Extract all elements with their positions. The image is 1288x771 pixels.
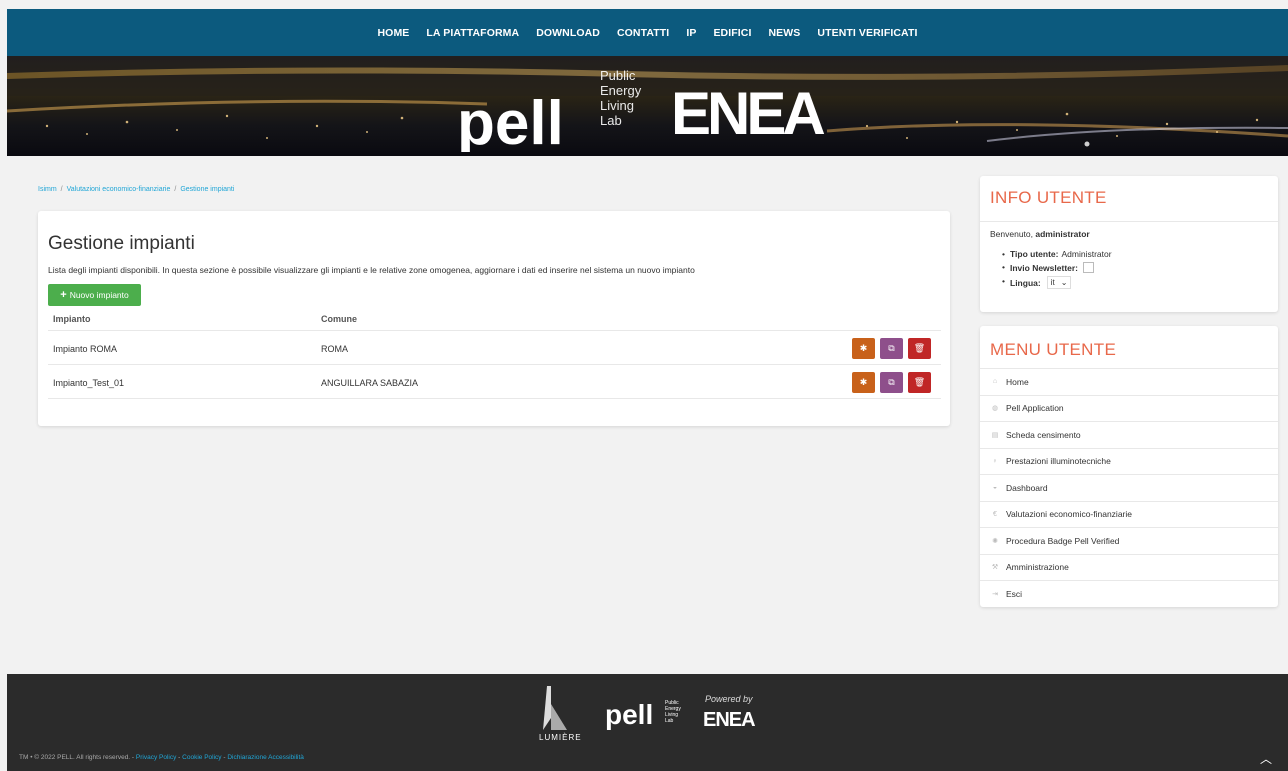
- copyright: TM • © 2022 PELL. All rights reserved. -…: [19, 754, 304, 761]
- column-comune: Comune: [321, 314, 357, 324]
- globe-icon: ◍: [991, 405, 999, 413]
- tipo-utente-item: Tipo utente:Administrator: [1002, 249, 1112, 259]
- nuovo-impianto-label: Nuovo impianto: [69, 290, 129, 300]
- column-impianto: Impianto: [53, 314, 91, 324]
- breadcrumb-valutazioni[interactable]: Valutazioni economico-finanziarie: [67, 186, 171, 193]
- bulb-icon: ♀: [992, 457, 998, 465]
- home-icon: ⌂: [992, 378, 998, 386]
- welcome-text: Benvenuto, administrator: [990, 229, 1090, 239]
- impianto-cell: Impianto ROMA: [53, 344, 118, 354]
- menu-utente-title: MENU UTENTE: [990, 340, 1117, 359]
- footer-logos: LUMIÈRE pell Public Energy Living Lab Po…: [537, 680, 767, 749]
- svg-text:pell: pell: [457, 89, 564, 152]
- page-description: Lista degli impianti disponibili. In que…: [48, 265, 695, 275]
- accessibility-link[interactable]: Dichiarazione Accessibilità: [227, 754, 304, 761]
- svg-text:LUMIÈRE: LUMIÈRE: [539, 733, 582, 742]
- nav-home[interactable]: HOME: [378, 27, 410, 39]
- footer-pell-logo: pell Public Energy Living Lab: [605, 699, 681, 730]
- lingua-item: Lingua:it⌄: [1002, 276, 1112, 289]
- user-info-list: Tipo utente:Administrator Invio Newslett…: [1002, 249, 1112, 292]
- menu-item-scheda-censimento[interactable]: ▤ Scheda censimento: [980, 421, 1278, 448]
- chevron-up-icon: ︿: [1259, 752, 1272, 766]
- gestione-impianti-card: Gestione impianti Lista degli impianti d…: [38, 211, 950, 426]
- svg-text:pell: pell: [605, 699, 653, 730]
- newsletter-checkbox[interactable]: [1083, 262, 1095, 273]
- impianto-cell: Impianto_Test_01: [53, 378, 125, 388]
- info-utente-panel: INFO UTENTE Benvenuto, administrator Tip…: [980, 176, 1278, 312]
- info-utente-title: INFO UTENTE: [990, 188, 1107, 207]
- svg-text:Energy: Energy: [600, 83, 642, 98]
- breadcrumb-isimm[interactable]: Isimm: [38, 186, 57, 193]
- privacy-policy-link[interactable]: Privacy Policy: [136, 754, 176, 761]
- settings-button[interactable]: ✱: [852, 338, 875, 359]
- svg-text:Living: Living: [600, 98, 634, 113]
- nav-utenti-verificati[interactable]: UTENTI VERIFICATI: [817, 27, 917, 39]
- copy-button[interactable]: ⧉: [880, 372, 903, 393]
- svg-text:Lab: Lab: [665, 718, 674, 724]
- trash-icon: 🗑: [913, 377, 926, 387]
- copy-icon: ⧉: [888, 377, 895, 387]
- delete-button[interactable]: 🗑: [908, 372, 931, 393]
- scroll-to-top-button[interactable]: ︿: [1260, 750, 1272, 767]
- comune-cell: ROMA: [321, 344, 348, 354]
- lingua-select[interactable]: it ⌄: [1046, 276, 1072, 289]
- breadcrumb: Isimm / Valutazioni economico-finanziarie /…: [38, 186, 235, 193]
- lumiere-logo: LUMIÈRE: [539, 686, 582, 742]
- plus-icon: +: [60, 289, 67, 301]
- menu-item-amministrazione[interactable]: ⚒ Amministrazione: [980, 553, 1278, 581]
- nav-news[interactable]: NEWS: [768, 27, 800, 39]
- menu-item-esci[interactable]: ⇥ Esci: [980, 580, 1278, 607]
- copy-icon: ⧉: [888, 343, 895, 353]
- delete-button[interactable]: 🗑: [908, 338, 931, 359]
- dashboard-icon: ◒: [992, 484, 998, 492]
- document-icon: ▤: [991, 431, 999, 439]
- username: administrator: [1035, 229, 1090, 239]
- menu-item-pell-application[interactable]: ◍ Pell Application: [980, 394, 1278, 422]
- gear-icon: ✱: [859, 343, 868, 353]
- breadcrumb-gestione-impianti[interactable]: Gestione impianti: [180, 186, 234, 193]
- gear-icon: ✱: [859, 377, 868, 387]
- menu-item-procedura-badge[interactable]: ✺ Procedura Badge Pell Verified: [980, 527, 1278, 554]
- svg-text:ENEA: ENEA: [671, 80, 824, 138]
- nav-la-piattaforma[interactable]: LA PIATTAFORMA: [426, 27, 519, 39]
- top-navigation: HOME LA PIATTAFORMA DOWNLOAD CONTATTI IP…: [7, 9, 1288, 56]
- menu-item-home[interactable]: ⌂ Home: [980, 368, 1278, 395]
- euro-icon: €: [993, 510, 997, 518]
- badge-icon: ✺: [992, 537, 998, 545]
- cookie-policy-link[interactable]: Cookie Policy: [182, 754, 221, 761]
- svg-text:Lab: Lab: [600, 113, 622, 128]
- svg-text:Powered by: Powered by: [705, 694, 753, 704]
- header-banner: pell Public Energy Living Lab ENEA: [7, 56, 1288, 156]
- settings-button[interactable]: ✱: [852, 372, 875, 393]
- menu-item-valutazioni[interactable]: € Valutazioni economico-finanziarie: [980, 500, 1278, 528]
- wrench-icon: ⚒: [991, 564, 999, 572]
- svg-text:Public: Public: [600, 68, 636, 83]
- table-header: Impianto Comune: [48, 310, 941, 331]
- nuovo-impianto-button[interactable]: + Nuovo impianto: [48, 284, 141, 306]
- nav-ip[interactable]: IP: [686, 27, 696, 39]
- newsletter-item: Invio Newsletter:: [1002, 262, 1112, 273]
- logout-icon: ⇥: [992, 590, 998, 598]
- comune-cell: ANGUILLARA SABAZIA: [321, 378, 419, 388]
- menu-item-dashboard[interactable]: ◒ Dashboard: [980, 474, 1278, 501]
- menu-utente-panel: MENU UTENTE ⌂ Home ◍ Pell Application ▤ Sch…: [980, 326, 1278, 607]
- menu-item-prestazioni[interactable]: ♀ Prestazioni illuminotecniche: [980, 447, 1278, 475]
- trash-icon: 🗑: [913, 343, 926, 353]
- nav-contatti[interactable]: CONTATTI: [617, 27, 669, 39]
- table-row: Impianto_Test_01 ANGUILLARA SABAZIA ✱ ⧉ …: [48, 365, 941, 399]
- nav-download[interactable]: DOWNLOAD: [536, 27, 600, 39]
- table-row: Impianto ROMA ROMA ✱ ⧉ 🗑: [48, 331, 941, 365]
- svg-text:ENEA: ENEA: [703, 709, 755, 731]
- nav-edifici[interactable]: EDIFICI: [713, 27, 751, 39]
- chevron-down-icon: ⌄: [1060, 278, 1068, 287]
- copy-button[interactable]: ⧉: [880, 338, 903, 359]
- footer-enea-logo: Powered by ENEA: [703, 694, 756, 731]
- footer: LUMIÈRE pell Public Energy Living Lab Po…: [7, 674, 1288, 771]
- page-title: Gestione impianti: [48, 233, 195, 254]
